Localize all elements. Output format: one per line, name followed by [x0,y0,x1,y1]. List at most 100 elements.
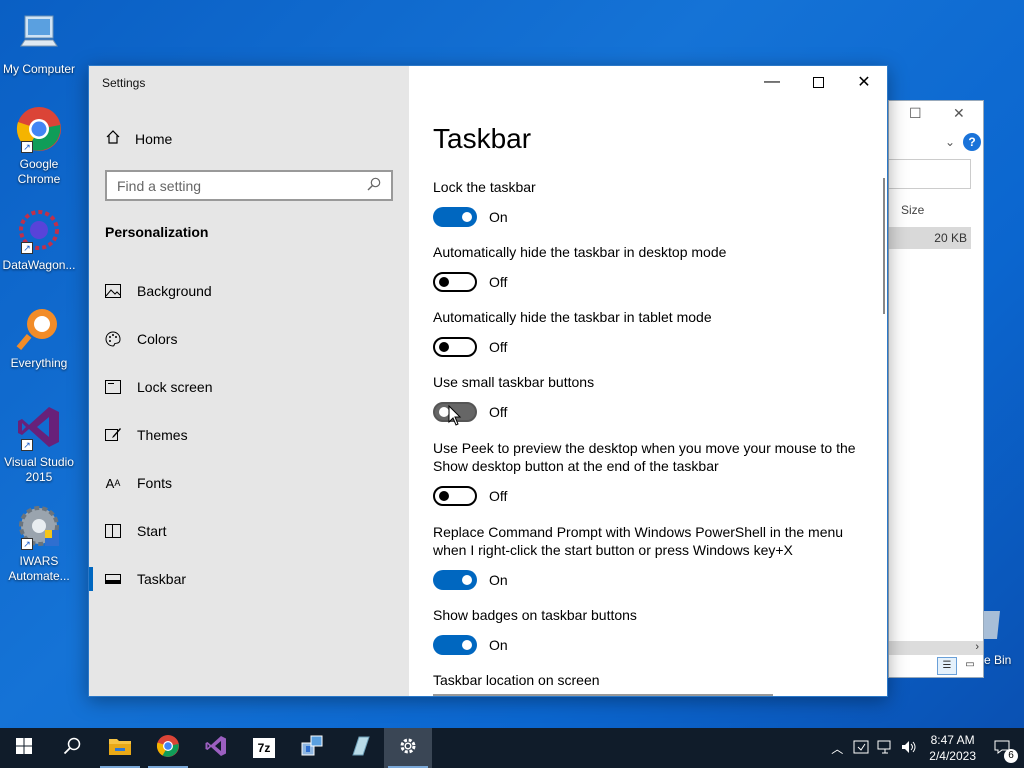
option-autohide-desktop: Automatically hide the taskbar in deskto… [433,243,863,292]
settings-sidebar: Settings Home Find a setting Personaliza… [89,66,409,696]
minimize-icon: — [764,73,780,90]
desktop-icon-iwars[interactable]: ↗ IWARS Automate... [0,502,78,584]
lock-taskbar-toggle[interactable] [433,207,477,227]
close-icon[interactable]: ✕ [953,105,965,122]
brush-icon [105,427,121,443]
option-autohide-tablet: Automatically hide the taskbar in tablet… [433,308,863,357]
system-tray: ︿ 8:47 AM 2/4/2023 6 [825,728,1024,768]
visual-studio-icon [204,734,228,763]
sidebar-item-fonts[interactable]: AA Fonts [89,459,409,507]
toggle-state: On [489,209,508,225]
search-icon [63,737,81,760]
option-small-buttons: Use small taskbar buttons Off [433,373,863,422]
sidebar-item-colors[interactable]: Colors [89,315,409,363]
desktop-icon-my-computer[interactable]: My Computer [0,10,78,77]
sidebar-item-label: Lock screen [137,379,213,395]
search-icon[interactable] [367,177,381,194]
column-header-size[interactable]: Size [901,203,924,217]
clock-date: 2/4/2023 [929,749,976,763]
start-button[interactable] [0,728,48,768]
action-center-tray-icon[interactable] [849,740,873,757]
taskbar-location-dropdown[interactable] [433,694,773,696]
taskbar-7zip[interactable]: 7z [240,728,288,768]
minimize-button[interactable]: — [749,66,795,98]
network-tool-icon [300,735,324,762]
sidebar-item-taskbar[interactable]: Taskbar [89,555,409,603]
autohide-desktop-toggle[interactable] [433,272,477,292]
option-label: Taskbar location on screen [433,672,600,688]
horizontal-scrollbar[interactable]: › [889,641,983,655]
clock-time: 8:47 AM [930,733,975,747]
home-nav-item[interactable]: Home [105,129,172,148]
peek-toggle[interactable] [433,486,477,506]
clock[interactable]: 8:47 AM 2/4/2023 [921,732,984,764]
desktop-icon-everything[interactable]: Everything [0,304,78,371]
option-label: Show badges on taskbar buttons [433,607,637,623]
taskbar-chrome[interactable] [144,728,192,768]
badges-toggle[interactable] [433,635,477,655]
desktop-icon-label: Visual Studio 2015 [4,455,74,484]
settings-window[interactable]: Settings Home Find a setting Personaliza… [88,65,888,697]
volume-icon[interactable] [897,740,921,757]
home-label: Home [135,130,173,147]
desktop-icon-label: IWARS Automate... [8,554,70,583]
address-box[interactable] [889,159,971,189]
taskbar-file-explorer[interactable] [96,728,144,768]
taskbar-visual-studio[interactable] [192,728,240,768]
sidebar-item-themes[interactable]: Themes [89,411,409,459]
option-label: Replace Command Prompt with Windows Powe… [433,524,844,558]
shortcut-arrow-icon: ↗ [21,538,33,550]
desktop-icon-visual-studio[interactable]: ↗ Visual Studio 2015 [0,403,78,485]
desktop-icon-label: Everything [10,356,68,370]
chrome-icon: ↗ [15,105,63,153]
file-row-selected[interactable]: 20 KB [889,227,971,249]
option-badges: Show badges on taskbar buttons On [433,606,863,655]
taskbar-search-button[interactable] [48,728,96,768]
taskbar-settings[interactable] [384,728,432,768]
sidebar-item-background[interactable]: Background [89,267,409,315]
taskbar-network-tool[interactable] [288,728,336,768]
sidebar-item-lock-screen[interactable]: Lock screen [89,363,409,411]
notepad-icon [349,735,371,762]
taskbar: 7z ︿ 8:47 AM 2/4/2023 6 [0,728,1024,768]
settings-nav: Background Colors Lock screen Themes AA … [89,267,409,603]
autohide-tablet-toggle[interactable] [433,337,477,357]
details-view-icon[interactable]: ☰ [937,657,957,675]
lock-screen-icon [105,379,121,395]
sidebar-item-label: Colors [137,331,178,347]
desktop-icon-chrome[interactable]: ↗ Google Chrome [0,105,78,187]
image-icon [105,283,121,299]
settings-content: — ✕ Taskbar Lock the taskbar On Automati… [409,66,887,696]
taskbar-notepad[interactable] [336,728,384,768]
desktop-icon-datawagon[interactable]: ↗ DataWagon... [0,206,78,273]
sidebar-item-label: Themes [137,427,188,443]
datawagon-icon: ↗ [15,206,63,254]
iwars-icon: ↗ [15,502,63,550]
sidebar-item-label: Background [137,283,212,299]
chevron-down-icon[interactable]: ⌄ [945,135,955,149]
option-peek: Use Peek to preview the desktop when you… [433,439,863,506]
help-icon[interactable]: ? [963,133,981,151]
chevron-up-icon[interactable]: ︿ [825,740,849,757]
desktop-icon-label: Google Chrome [17,157,61,186]
recycle-bin-label: e Bin [984,653,1012,667]
toggle-state: Off [489,404,508,420]
windows-logo-icon [16,737,32,759]
shortcut-arrow-icon: ↗ [21,141,33,153]
start-icon [105,523,121,539]
sidebar-item-start[interactable]: Start [89,507,409,555]
desktop-icon-label: My Computer [2,62,76,76]
content-scrollbar[interactable] [883,178,885,314]
close-button[interactable]: ✕ [841,66,887,98]
maximize-button[interactable] [795,66,841,98]
large-icons-view-icon[interactable]: ▭ [961,657,979,675]
explorer-window-background[interactable]: ☐ ✕ ⌄ ? Size 20 KB › ☰ ▭ [888,100,984,678]
notifications-button[interactable]: 6 [984,740,1024,763]
sidebar-item-label: Fonts [137,475,173,491]
network-icon[interactable] [873,740,897,757]
chevron-right-icon[interactable]: › [975,641,979,653]
maximize-icon[interactable]: ☐ [909,105,922,122]
powershell-toggle[interactable] [433,570,477,590]
sidebar-item-label: Start [137,523,167,539]
search-input[interactable]: Find a setting [105,170,393,201]
